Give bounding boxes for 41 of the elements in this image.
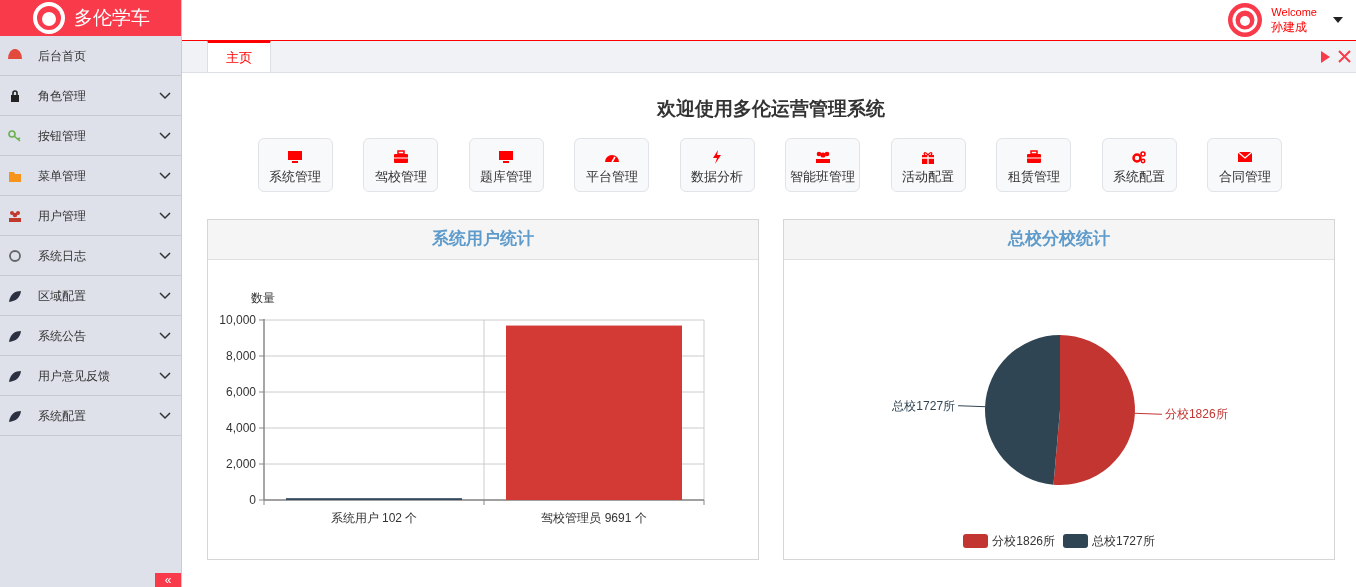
shortcut-button[interactable]: 系统管理 [257,137,333,192]
menu-label[interactable]: 系统配置 [38,406,143,425]
panel-title: 总校分校统计 [1008,228,1110,251]
slice-label: 总校1727所 [892,398,956,413]
shortcut-button[interactable]: 合同管理 [1207,137,1283,192]
menu-label[interactable]: 按钮管理 [38,126,143,145]
menu-label[interactable]: 用户意见反馈 [38,366,143,385]
tick-label: 2,000 [225,456,256,471]
shortcut-button[interactable]: 智能班管理 [785,137,861,192]
shortcut-button[interactable]: 题库管理 [468,137,544,192]
menu-label[interactable]: 角色管理 [38,86,143,105]
tick-label: 10,000 [219,312,256,327]
welcome-text: Welcome [1271,7,1317,18]
axis-label: 数量 [251,290,275,305]
menu-label[interactable]: 后台首页 [38,46,171,65]
slice-label: 分校1826所 [1164,406,1228,421]
tick-label: 4,000 [225,420,256,435]
page-title: 欢迎使用多伦运营管理系统 [655,97,886,121]
shortcut-button[interactable]: 活动配置 [890,137,966,192]
menu-label[interactable]: 用户管理 [38,206,143,225]
tick-label: 0 [249,492,256,507]
panel-title: 系统用户统计 [432,228,534,251]
menu-label[interactable]: 系统公告 [38,326,143,345]
legend-label[interactable]: 总校1727所 [1092,531,1155,550]
collapse-button[interactable]: « [155,573,181,587]
user-name: 孙建成 [1271,21,1309,33]
menu-label[interactable]: 系统日志 [38,246,143,265]
category-label: 系统用户 102 个 [330,510,418,525]
menu-label[interactable]: 菜单管理 [38,166,143,185]
tab[interactable]: 主页 [207,40,271,72]
tick-label: 6,000 [225,384,256,399]
shortcut-button[interactable]: 驾校管理 [363,137,439,192]
shortcut-button[interactable]: 数据分析 [679,137,755,192]
shortcut-button[interactable]: 租赁管理 [996,137,1072,192]
brand-name: 多伦学车 [73,5,150,30]
shortcut-button[interactable]: 平台管理 [574,137,650,192]
legend-label[interactable]: 分校1826所 [992,531,1055,550]
shortcut-button[interactable]: 系统配置 [1101,137,1177,192]
tick-label: 8,000 [225,348,256,363]
menu-label[interactable]: 区域配置 [38,286,143,305]
category-label: 驾校管理员 9691 个 [541,510,647,525]
